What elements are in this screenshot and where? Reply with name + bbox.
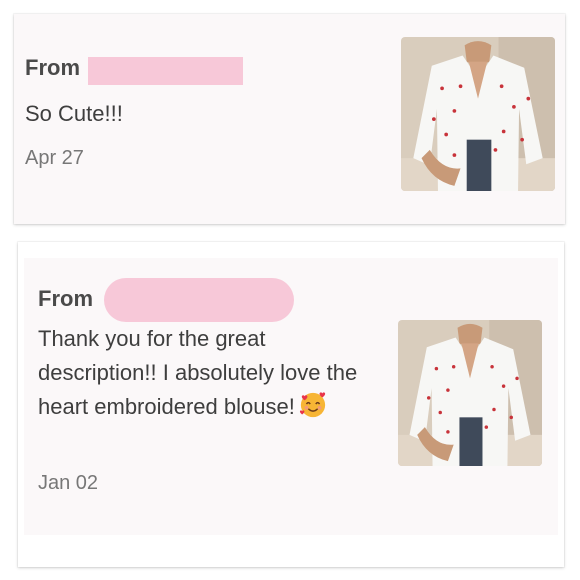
smiling-face-with-hearts-icon bbox=[299, 392, 325, 418]
from-label: From bbox=[38, 286, 93, 311]
review-date: Jan 02 bbox=[38, 472, 99, 494]
redacted-username bbox=[88, 57, 243, 85]
blouse-photo-icon bbox=[398, 320, 542, 466]
review-message: Thank you for the great description!! I … bbox=[38, 322, 358, 424]
review-message: So Cute!!! bbox=[25, 101, 123, 126]
review-date: Apr 27 bbox=[25, 147, 84, 169]
redacted-username bbox=[104, 278, 294, 322]
blouse-photo-icon bbox=[401, 37, 555, 191]
review-card[interactable]: From So Cute!!! Apr 27 bbox=[14, 14, 565, 224]
product-thumbnail[interactable] bbox=[401, 37, 555, 191]
from-label: From bbox=[25, 55, 80, 80]
review-card[interactable]: From Thank you for the great description… bbox=[18, 242, 564, 567]
review-card-body: From Thank you for the great description… bbox=[24, 258, 558, 535]
product-thumbnail[interactable] bbox=[398, 320, 542, 466]
